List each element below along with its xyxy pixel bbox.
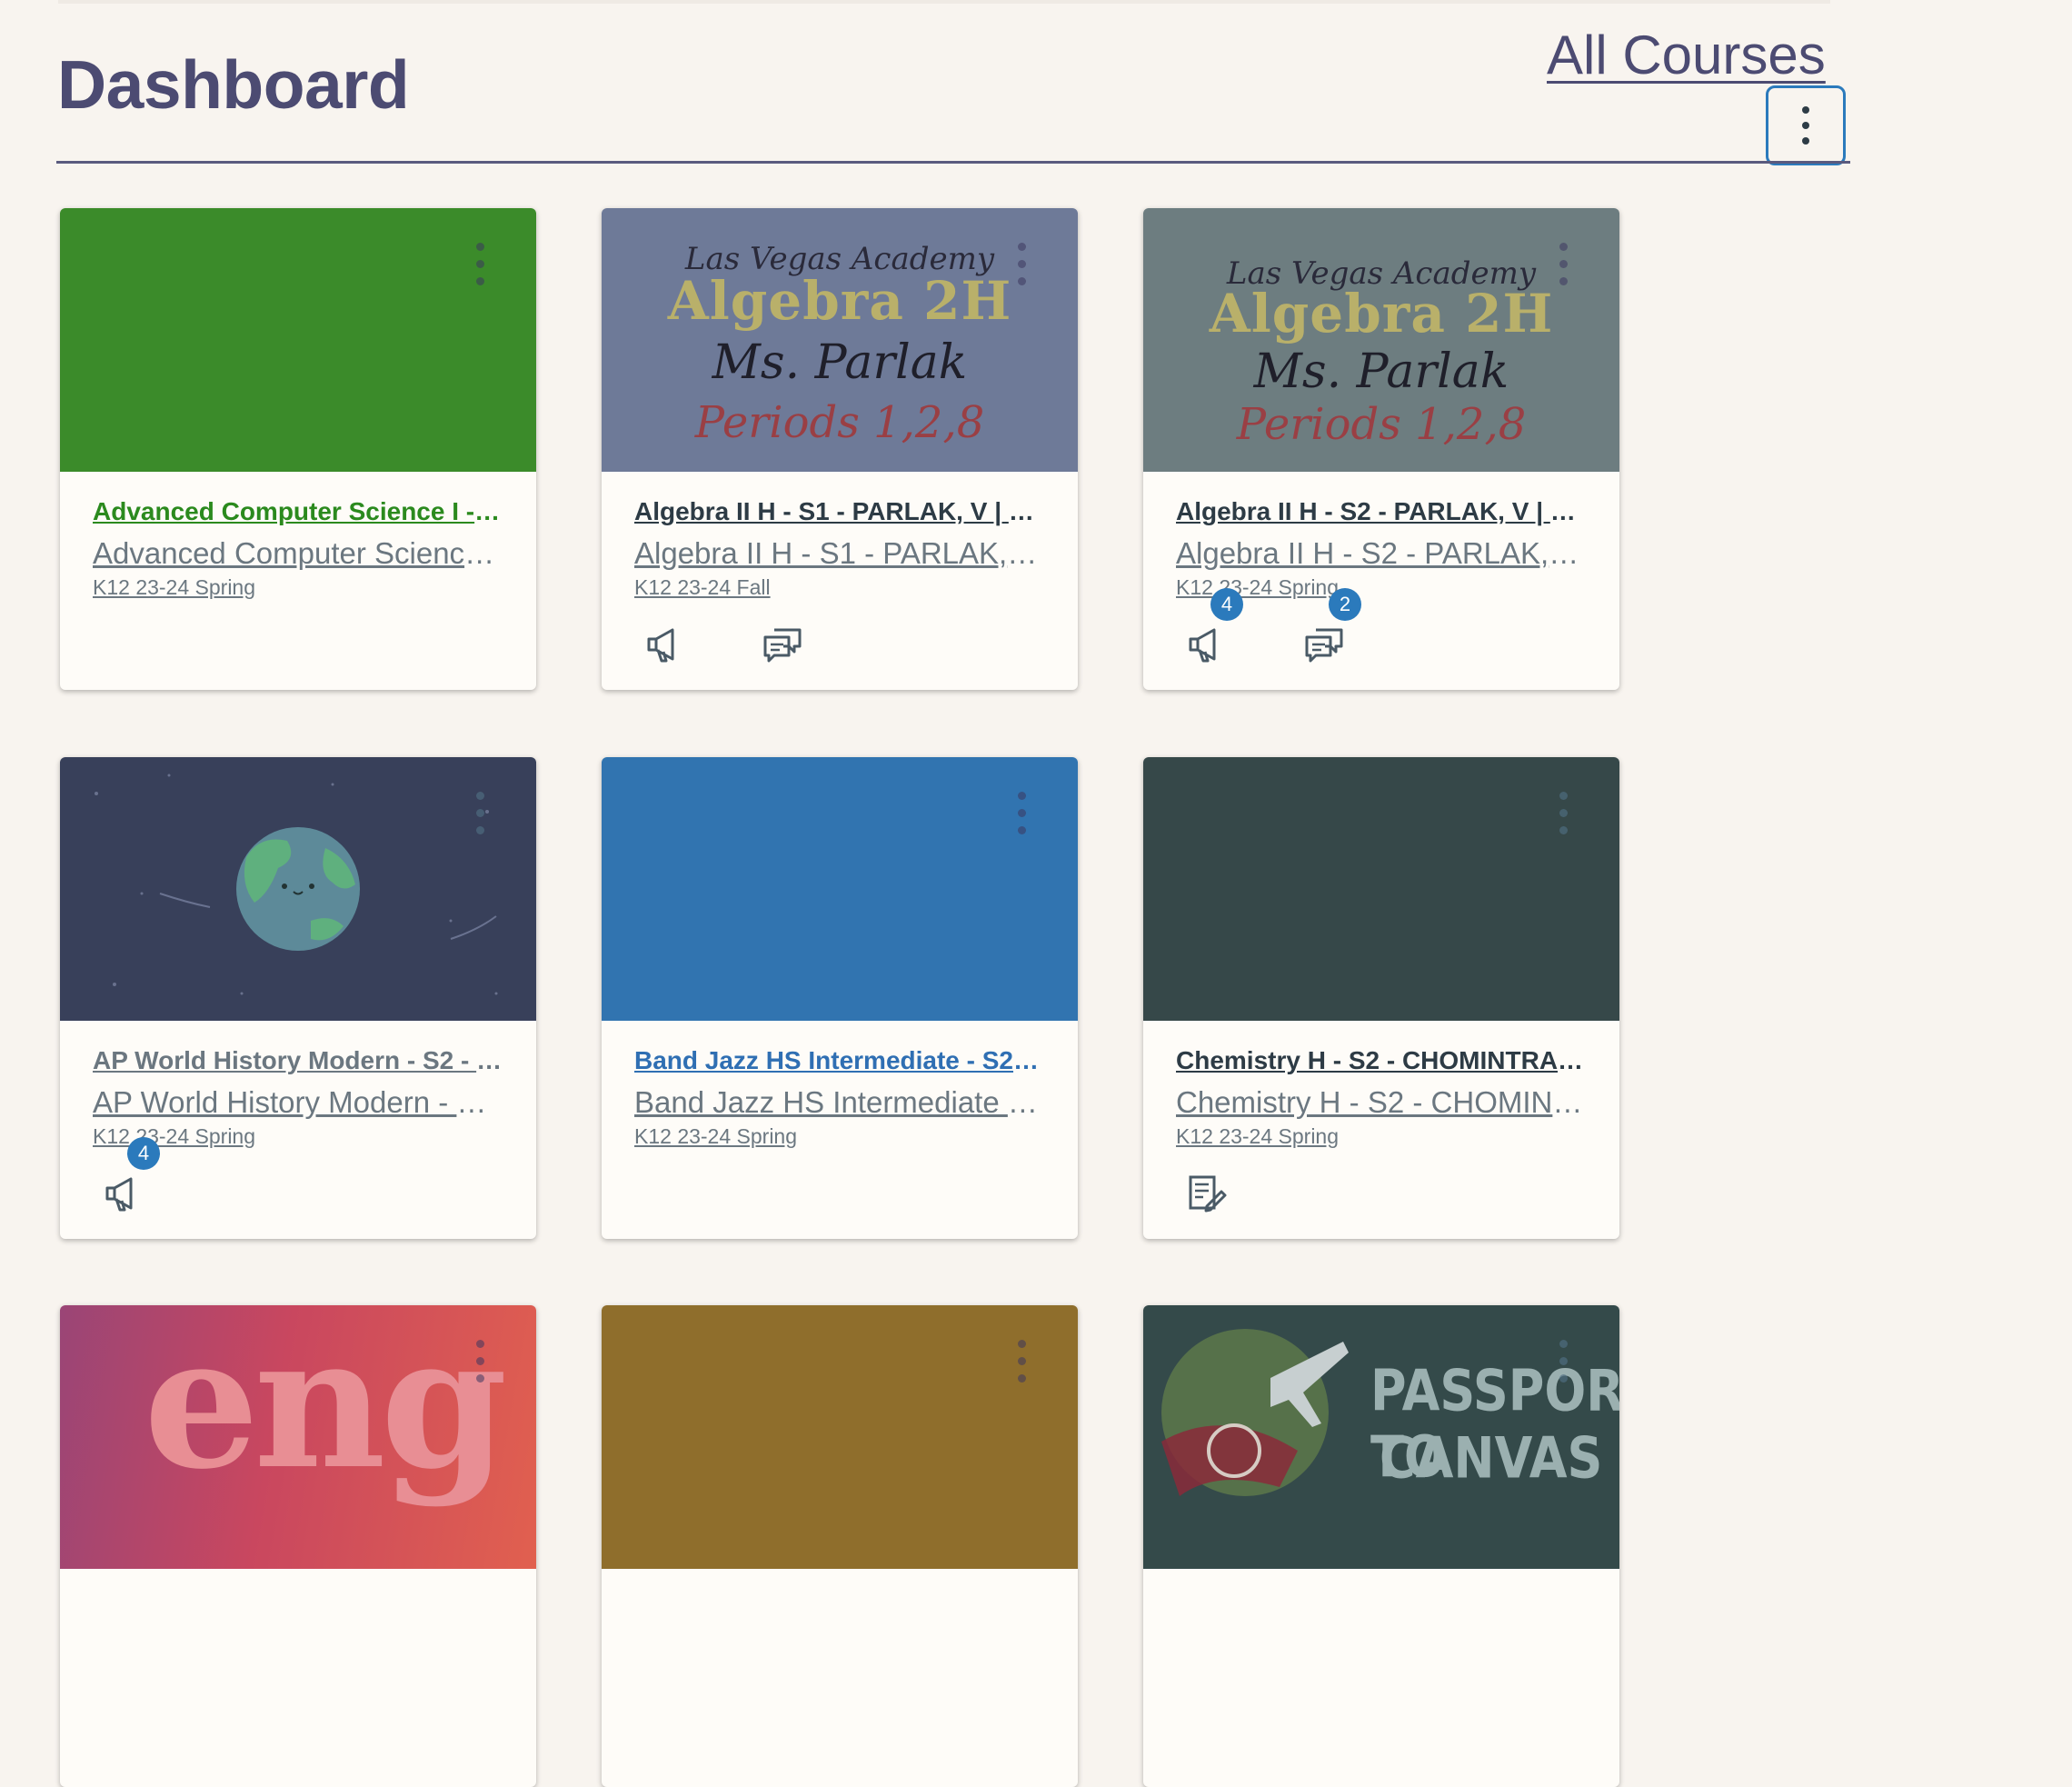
course-card-hero[interactable] [602,757,1078,1021]
hero-teacher-text: Ms. Parlak [1253,344,1509,399]
course-card-hero[interactable]: PASSPORT TO CANVAS [1143,1305,1619,1569]
course-card-title[interactable]: Advanced Computer Science I - S2 - ... [93,497,503,526]
course-card-term: K12 23-24 Spring [93,575,256,599]
course-card-term: K12 23-24 Fall [634,575,771,599]
announcements-badge: 4 [127,1137,160,1170]
card-options-icon[interactable] [1558,792,1569,837]
page-title: Dashboard [57,46,410,123]
passport-globe-illustration [1161,1329,1349,1496]
course-card[interactable]: AP World History Modern - S2 - EVANS AP … [60,757,536,1239]
course-card[interactable]: Band Jazz HS Intermediate - S2 - TAYLOR … [602,757,1078,1239]
all-courses-link[interactable]: All Courses [1547,24,1826,86]
course-card[interactable]: eng [60,1305,536,1787]
discussions-icon[interactable] [760,623,807,666]
course-card-hero[interactable]: eng [60,1305,536,1569]
card-options-icon[interactable] [1016,1340,1027,1385]
announcements-icon[interactable] [642,623,689,666]
card-options-icon[interactable] [1558,1340,1569,1385]
course-card-title[interactable]: Algebra II H - S1 - PARLAK, V | 2023-24 [634,497,1045,526]
course-card-code: AP World History Modern - S2 - EVANS [93,1085,503,1119]
course-card-title[interactable]: AP World History Modern - S2 - EVANS [93,1046,503,1075]
announcements-badge: 4 [1210,588,1243,621]
hero-word-text: eng [144,1305,507,1510]
hero-course-text: Algebra 2H [1209,283,1554,344]
course-card-hero[interactable] [60,208,536,472]
course-card-code: Algebra II H - S1 - PARLAK, V | 2023-24 [634,536,1045,570]
hero-periods-text: Periods 1,2,8 [694,397,985,448]
course-card[interactable]: Advanced Computer Science I - S2 - ... A… [60,208,536,690]
card-options-icon[interactable] [474,792,485,837]
course-card[interactable]: Chemistry H - S2 - CHOMINTRA, ... Chemis… [1143,757,1619,1239]
course-card-code: Band Jazz HS Intermediate - S2 - TAYLOR [634,1085,1045,1119]
card-options-icon[interactable] [1016,792,1027,837]
course-card-code: Algebra II H - S2 - PARLAK, V | 2023-24 [1176,536,1587,570]
course-card[interactable]: Las Vegas Academy Algebra 2H Ms. Parlak … [1143,208,1619,690]
hero-course-text: Algebra 2H [667,270,1012,332]
discussions-icon[interactable] [1301,623,1349,666]
announcements-icon[interactable] [1183,623,1230,666]
course-card-term: K12 23-24 Spring [1176,1124,1340,1148]
dashboard-options-button[interactable] [1766,85,1846,165]
card-options-icon[interactable] [1558,243,1569,288]
announcements-icon[interactable] [100,1172,147,1215]
course-card[interactable]: Las Vegas Academy Algebra 2H Ms. Parlak … [602,208,1078,690]
hero-periods-text: Periods 1,2,8 [1236,399,1527,450]
earth-illustration [95,774,498,995]
course-card-title[interactable]: Algebra II H - S2 - PARLAK, V | 2023-24 [1176,497,1587,526]
card-options-icon[interactable] [474,243,485,288]
discussions-badge: 2 [1329,588,1361,621]
course-card-hero[interactable]: Las Vegas Academy Algebra 2H Ms. Parlak … [602,208,1078,472]
course-card-hero[interactable] [602,1305,1078,1569]
more-vertical-icon [1802,106,1809,145]
course-card-code: Chemistry H - S2 - CHOMINTRA, ... [1176,1085,1587,1119]
card-options-icon[interactable] [1016,243,1027,288]
course-card-hero[interactable] [1143,757,1619,1021]
course-card-hero[interactable] [60,757,536,1021]
top-divider [58,0,1830,4]
hero-line2-text: CANVAS [1380,1425,1603,1492]
card-options-icon[interactable] [474,1340,485,1385]
course-card-title[interactable]: Chemistry H - S2 - CHOMINTRA, ... [1176,1046,1587,1075]
course-card-hero[interactable]: Las Vegas Academy Algebra 2H Ms. Parlak … [1143,208,1619,472]
hero-teacher-text: Ms. Parlak [712,335,968,390]
course-card[interactable]: PASSPORT TO CANVAS [1143,1305,1619,1787]
course-card-term: K12 23-24 Spring [93,1124,256,1148]
course-card-title[interactable]: Band Jazz HS Intermediate - S2 - TAYLOR [634,1046,1045,1075]
assignments-icon[interactable] [1183,1172,1230,1215]
course-card-code: Advanced Computer Science I - S2 - ... [93,536,503,570]
course-card[interactable] [602,1305,1078,1787]
header-divider [56,161,1850,164]
course-card-term: K12 23-24 Spring [634,1124,798,1148]
course-card-term: K12 23-24 Spring [1176,575,1340,599]
